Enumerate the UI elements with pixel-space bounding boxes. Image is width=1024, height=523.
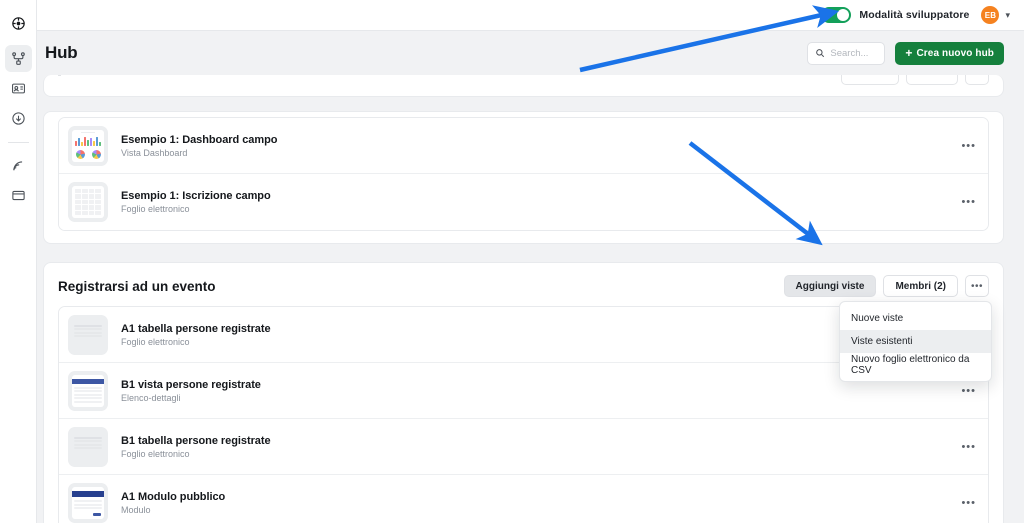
thumbnail-spreadsheet xyxy=(68,182,108,222)
list-item-title: Esempio 1: Iscrizione campo xyxy=(121,190,271,202)
card-header: Registrarsi ad un evento Aggiungi viste … xyxy=(58,274,992,382)
page-title: Hub xyxy=(45,43,78,62)
menu-item-new-views[interactable]: Nuove viste xyxy=(840,307,991,330)
card-above-partial[interactable] xyxy=(43,75,1004,97)
partial-button-3[interactable] xyxy=(965,75,989,85)
row-more-icon[interactable]: ••• xyxy=(961,140,976,152)
toggle-knob xyxy=(837,9,850,21)
search-input[interactable]: Search... xyxy=(807,41,886,65)
list-item-texts: A1 tabella persone registrate Foglio ele… xyxy=(121,323,271,347)
card-title: Registrarsi ad un evento xyxy=(58,278,216,294)
list-item-texts: A1 Modulo pubblico Modulo xyxy=(121,491,225,515)
sidebar-item-contacts[interactable] xyxy=(5,75,32,102)
list-item[interactable]: B1 tabella persone registrate Foglio ele… xyxy=(59,419,988,475)
sidebar-divider xyxy=(7,142,29,143)
list-item-subtitle: Vista Dashboard xyxy=(121,147,188,158)
row-more-icon[interactable]: ••• xyxy=(961,196,976,208)
search-placeholder: Search... xyxy=(830,47,869,59)
esempio-row-list: Esempio 1: Dashboard campo Vista Dashboa… xyxy=(58,117,989,231)
list-item-texts: B1 vista persone registrate Elenco-detta… xyxy=(121,379,261,403)
app-logo-icon[interactable] xyxy=(5,10,32,37)
list-item-title: B1 tabella persone registrate xyxy=(121,434,271,447)
row-more-icon[interactable]: ••• xyxy=(961,497,976,509)
thumbnail-table xyxy=(68,426,108,467)
list-item-texts: Esempio 1: Iscrizione campo Foglio elett… xyxy=(121,190,271,214)
sidebar-item-workflow[interactable] xyxy=(4,45,32,72)
chevron-down-icon[interactable]: ▾ xyxy=(1005,10,1010,20)
list-item-title: B1 vista persone registrate xyxy=(121,378,261,391)
avatar[interactable]: EB xyxy=(981,6,1000,24)
list-item-subtitle: Foglio elettronico xyxy=(121,204,190,214)
partial-actions-remnant xyxy=(841,75,989,85)
app-root: Modalità sviluppatore EB ▾ Hub Search...… xyxy=(0,0,1024,523)
members-button[interactable]: Membri (2) xyxy=(883,275,958,297)
card-registrarsi: Registrarsi ad un evento Aggiungi viste … xyxy=(43,262,1004,523)
list-item-title: A1 Modulo pubblico xyxy=(121,491,226,503)
page-header: Hub Search... + Crea nuovo hub xyxy=(37,31,1024,75)
developer-mode-group: Modalità sviluppatore xyxy=(821,7,969,23)
row-more-icon[interactable]: ••• xyxy=(961,385,976,397)
scroll-area[interactable]: Esempio 1: Dashboard campo Vista Dashboa… xyxy=(37,75,1024,523)
top-bar: Modalità sviluppatore EB ▾ xyxy=(37,0,1024,31)
list-item[interactable]: A1 Modulo pubblico Modulo ••• xyxy=(59,475,988,523)
create-new-hub-label: Crea nuovo hub xyxy=(916,47,994,59)
card-header-actions: Aggiungi viste Membri (2) ••• Nuove vist… xyxy=(783,275,992,382)
developer-mode-toggle[interactable] xyxy=(821,7,852,23)
card-esempio: Esempio 1: Dashboard campo Vista Dashboa… xyxy=(43,111,1004,244)
thumbnail-dashboard xyxy=(68,125,108,166)
left-sidebar xyxy=(0,0,37,523)
search-icon xyxy=(815,48,825,58)
sidebar-item-downloads[interactable] xyxy=(5,105,32,132)
thumbnail-table xyxy=(68,314,108,355)
list-item-subtitle: Elenco-dettagli xyxy=(121,392,181,403)
list-item[interactable]: Esempio 1: Iscrizione campo Foglio elett… xyxy=(59,174,988,230)
sidebar-item-apps[interactable] xyxy=(5,182,32,209)
add-views-button[interactable]: Aggiungi viste xyxy=(783,275,877,297)
create-new-hub-button[interactable]: + Crea nuovo hub xyxy=(895,41,1004,65)
list-item[interactable]: Esempio 1: Dashboard campo Vista Dashboa… xyxy=(59,118,988,174)
card-more-icon[interactable]: ••• xyxy=(965,275,989,297)
add-views-dropdown-menu: Nuove viste Viste esistenti Nuovo foglio… xyxy=(839,301,992,382)
list-item-title: A1 tabella persone registrate xyxy=(121,322,271,335)
main-content: Hub Search... + Crea nuovo hub Esempio 1… xyxy=(37,31,1024,523)
developer-mode-label: Modalità sviluppatore xyxy=(859,9,970,21)
list-item-title: Esempio 1: Dashboard campo xyxy=(121,133,278,146)
thumbnail-form xyxy=(68,483,108,523)
row-more-icon[interactable]: ••• xyxy=(961,441,976,453)
partial-button-2[interactable] xyxy=(906,75,958,85)
list-item-subtitle: Modulo xyxy=(121,505,151,515)
menu-item-existing-views[interactable]: Viste esistenti xyxy=(840,330,991,353)
list-item-subtitle: Foglio elettronico xyxy=(121,336,190,347)
thumbnail-detail-list xyxy=(68,370,108,411)
list-item-texts: B1 tabella persone registrate Foglio ele… xyxy=(121,435,271,459)
list-item-subtitle: Foglio elettronico xyxy=(121,448,190,459)
partial-title-remnant xyxy=(58,75,61,76)
partial-button-1[interactable] xyxy=(841,75,899,85)
sidebar-item-feed[interactable] xyxy=(5,152,32,179)
header-actions: Search... + Crea nuovo hub xyxy=(807,41,1004,65)
list-item-texts: Esempio 1: Dashboard campo Vista Dashboa… xyxy=(121,134,277,158)
plus-icon: + xyxy=(905,46,913,60)
menu-item-new-spreadsheet-from-csv[interactable]: Nuovo foglio elettronico da CSV xyxy=(840,353,991,376)
